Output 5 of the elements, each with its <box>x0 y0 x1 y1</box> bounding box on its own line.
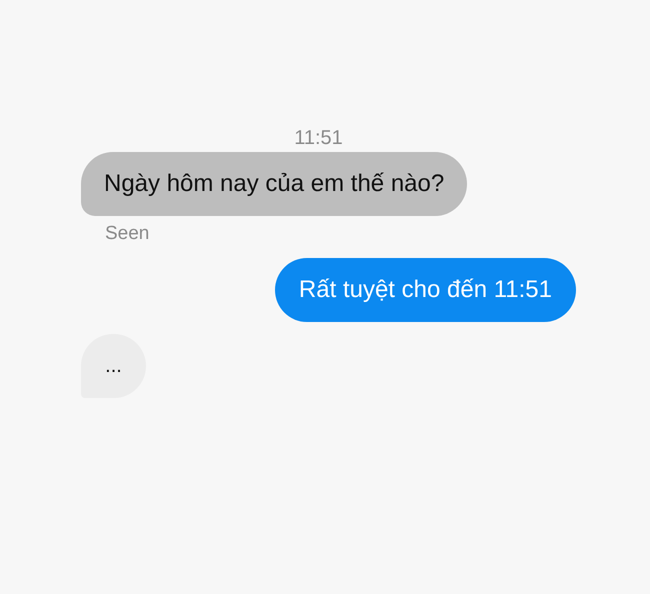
incoming-message-bubble: Ngày hôm nay của em thế nào? <box>81 152 468 216</box>
timestamp: 11:51 <box>294 126 343 151</box>
outgoing-message-bubble: Rất tuyệt cho đến 11:51 <box>274 258 576 322</box>
typing-indicator-bubble: ... <box>81 334 146 398</box>
seen-receipt: Seen <box>105 222 150 246</box>
